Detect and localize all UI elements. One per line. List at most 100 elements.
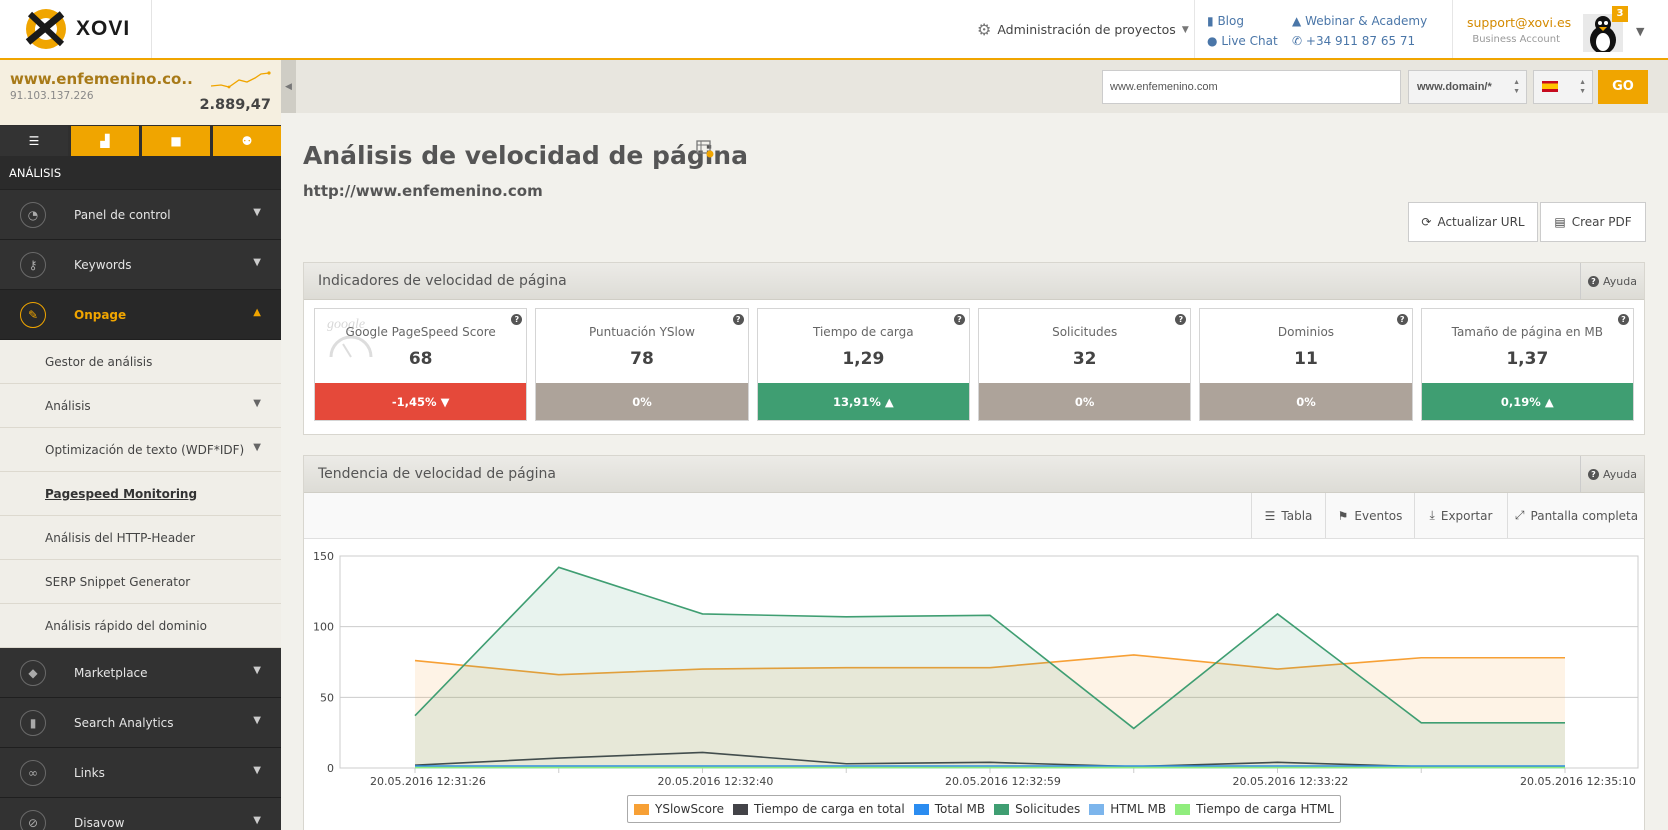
pagespeed-trend-chart: 0 50 100 150 20.05.2016 12:31:26 20.05.2016 1…	[313, 550, 1639, 788]
sidebar-item-marketplace[interactable]: ◆ Marketplace ▼	[0, 648, 281, 698]
analyzed-url: http://www.enfemenino.com	[303, 182, 543, 200]
chevron-down-icon: ▼	[253, 442, 261, 453]
submenu-analisis[interactable]: Análisis ▼	[0, 384, 281, 428]
panel-header: Tendencia de velocidad de página ? Ayuda	[304, 456, 1644, 493]
tab-users[interactable]: ⚉	[213, 126, 281, 156]
go-button[interactable]: GO	[1598, 70, 1648, 104]
sidebar-item-label: Panel de control	[74, 207, 171, 222]
help-icon[interactable]: ?	[1175, 314, 1187, 325]
graduation-cap-icon: ▲	[1292, 14, 1302, 28]
help-icon: ?	[1588, 468, 1599, 480]
live-chat-link[interactable]: ● Live Chat	[1207, 31, 1278, 51]
table-button[interactable]: ☰ Tabla	[1251, 493, 1325, 538]
card-requests: ? Solicitudes 32 0%	[977, 308, 1192, 421]
legend-swatch	[913, 803, 929, 815]
fullscreen-label: Pantalla completa	[1530, 508, 1639, 523]
fullscreen-button[interactable]: ⤢ Pantalla completa	[1507, 493, 1645, 538]
help-button[interactable]: ? Ayuda	[1580, 263, 1644, 299]
sparkline	[210, 71, 271, 89]
webinar-link[interactable]: ▲ Webinar & Academy	[1292, 11, 1427, 31]
top-bar: XOVI ⚙ Administración de proyectos ▼ ▮ B…	[0, 0, 1668, 60]
help-icon[interactable]: ?	[953, 314, 965, 325]
help-button[interactable]: ? Ayuda	[1580, 456, 1644, 492]
wrench-icon: ✎	[20, 301, 46, 328]
scope-select[interactable]: www.domain/* ▲ ▼	[1408, 70, 1527, 104]
logo[interactable]: XOVI	[0, 0, 152, 58]
indicators-panel: Indicadores de velocidad de página ? Ayud…	[303, 262, 1645, 435]
submenu-gestor-de-analisis[interactable]: Gestor de análisis	[0, 340, 281, 384]
submenu-serp-snippet[interactable]: SERP Snippet Generator	[0, 560, 281, 604]
tab-folder[interactable]: ■	[142, 126, 210, 156]
url-input[interactable]: www.enfemenino.com	[1102, 70, 1401, 104]
link-icon: ∞	[20, 759, 46, 786]
submenu-pagespeed-monitoring[interactable]: Pagespeed Monitoring	[0, 472, 281, 516]
chart-legend: YSlowScore Tiempo de carga en total Total …	[627, 795, 1341, 823]
y-tick-label: 50	[320, 691, 334, 704]
legend-label: Total MB	[934, 802, 986, 816]
divider	[1194, 0, 1195, 58]
events-label: Eventos	[1354, 508, 1403, 523]
legend-item-tiempo-de-carga-en-total[interactable]: Tiempo de carga en total	[733, 802, 905, 816]
card-change: 0%	[978, 383, 1191, 420]
legend-item-yslowscore[interactable]: YSlowScore	[634, 802, 724, 816]
update-url-button[interactable]: ⟳ Actualizar URL	[1408, 202, 1538, 242]
sidebar-item-search-analytics[interactable]: ▮ Search Analytics ▼	[0, 698, 281, 748]
card-pagespeed-score: google ? Google PageSpeed Score 68 -1,45…	[314, 308, 528, 421]
legend-label: Solicitudes	[1015, 802, 1081, 816]
submenu-optimizacion-texto[interactable]: Optimización de texto (WDF*IDF) ▼	[0, 428, 281, 472]
legend-item-html-mb[interactable]: HTML MB	[1089, 802, 1166, 816]
live-chat-label: Live Chat	[1221, 34, 1278, 48]
help-icon[interactable]: ?	[1396, 314, 1408, 325]
site-summary[interactable]: www.enfemenino.co.. 91.103.137.226 2.889…	[0, 60, 281, 125]
xovi-logo-icon	[25, 9, 66, 49]
sidebar-item-panel-de-control[interactable]: ◔ Panel de control ▼	[0, 190, 281, 240]
tab-chart[interactable]: ▟	[71, 126, 139, 156]
help-icon[interactable]: ?	[1617, 314, 1629, 325]
support-email[interactable]: support@xovi.es	[1467, 15, 1571, 30]
x-tick-label: 20.05.2016 12:31:26	[370, 775, 486, 788]
card-value: 11	[1294, 349, 1318, 369]
create-pdf-button[interactable]: ▤ Crear PDF	[1540, 202, 1646, 242]
export-label: Exportar	[1440, 508, 1493, 523]
legend-item-tiempo-de-carga-html[interactable]: Tiempo de carga HTML	[1175, 802, 1334, 816]
help-label: Ayuda	[1603, 467, 1637, 481]
card-value: 1,29	[842, 349, 885, 369]
video-tutorial-icon[interactable]	[696, 140, 714, 158]
y-tick-label: 0	[327, 762, 334, 775]
chevron-down-icon[interactable]: ▼	[1636, 25, 1644, 38]
phone-label: +34 911 87 65 71	[1305, 34, 1416, 48]
phone-link[interactable]: ✆ +34 911 87 65 71	[1292, 31, 1427, 51]
panel-header: Indicadores de velocidad de página ? Ayud…	[304, 263, 1644, 300]
sidebar-item-onpage[interactable]: ✎ Onpage ▲	[0, 290, 281, 340]
help-icon: ?	[1588, 275, 1599, 287]
sidebar-item-keywords[interactable]: ⚷ Keywords ▼	[0, 240, 281, 290]
chart-icon: ▟	[100, 134, 110, 148]
notification-badge[interactable]: 3	[1612, 6, 1628, 22]
brand-name: XOVI	[76, 17, 131, 40]
export-button[interactable]: ⤓ Exportar	[1414, 493, 1507, 538]
sidebar-item-disavow[interactable]: ⊘ Disavow ▼	[0, 798, 281, 830]
help-icon[interactable]: ?	[732, 314, 744, 325]
card-change: 0%	[536, 383, 748, 420]
sidebar-item-label: Keywords	[74, 257, 132, 272]
events-button[interactable]: ⚑ Eventos	[1325, 493, 1414, 538]
card-change: 0%	[1200, 383, 1412, 420]
sidebar-item-links[interactable]: ∞ Links ▼	[0, 748, 281, 798]
cube-icon: ◆	[20, 659, 46, 686]
legend-item-solicitudes[interactable]: Solicitudes	[994, 802, 1080, 816]
blog-link[interactable]: ▮ Blog	[1207, 11, 1278, 31]
projects-menu[interactable]: ⚙ Administración de proyectos ▼	[977, 20, 1189, 39]
country-select[interactable]: ▲ ▼	[1533, 70, 1593, 104]
card-label: Google PageSpeed Score	[345, 325, 496, 339]
chevron-down-icon: ▼	[253, 765, 261, 776]
chevron-down-icon: ▼	[253, 257, 261, 268]
tab-list[interactable]: ☰	[0, 126, 68, 156]
submenu-http-header[interactable]: Análisis del HTTP-Header	[0, 516, 281, 560]
help-icon[interactable]: ?	[511, 314, 523, 325]
card-change: 0,19% ▲	[1421, 383, 1633, 420]
account-info[interactable]: support@xovi.es Business Account	[1467, 15, 1571, 45]
submenu-analisis-rapido[interactable]: Análisis rápido del dominio	[0, 604, 281, 648]
legend-item-total-mb[interactable]: Total MB	[913, 802, 986, 816]
sidebar-collapse-toggle[interactable]: ◀	[281, 60, 296, 113]
chevron-down-icon: ▼	[253, 715, 261, 726]
